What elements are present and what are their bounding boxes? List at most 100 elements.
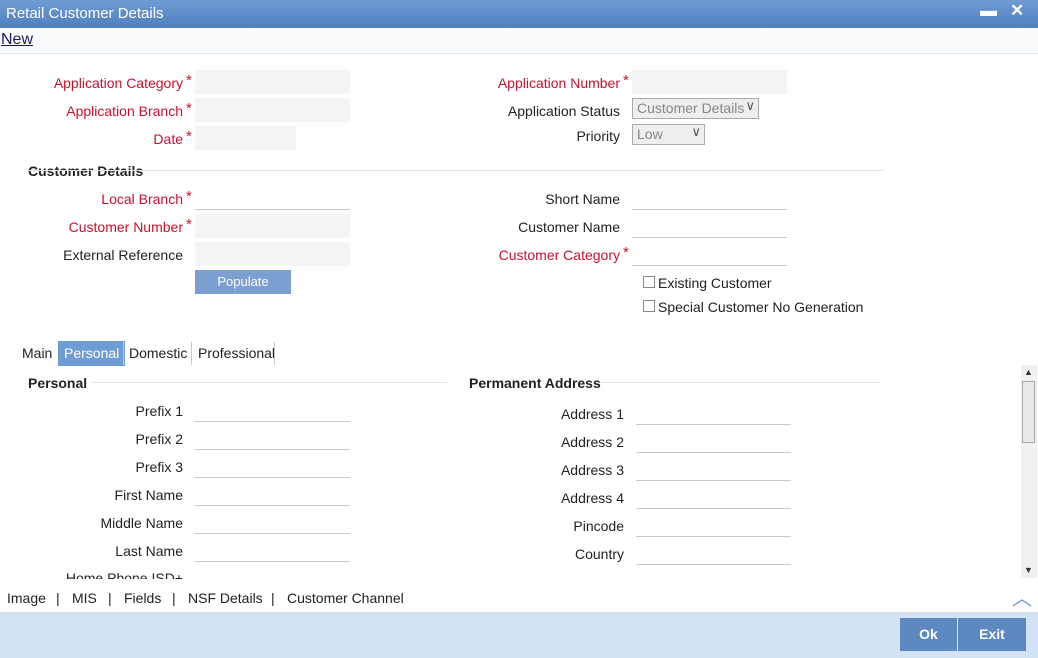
link-separator: | <box>172 590 176 606</box>
country-label: Country <box>574 546 624 562</box>
date-field[interactable] <box>195 126 296 150</box>
address1-field[interactable] <box>636 401 791 425</box>
tab-domestic[interactable]: Domestic <box>123 341 193 366</box>
existing-customer-checkbox[interactable] <box>643 276 655 288</box>
date-label: Date <box>153 131 183 147</box>
link-separator: | <box>271 590 275 606</box>
title-bar: Retail Customer Details ▬ ✕ <box>0 0 1038 28</box>
priority-label: Priority <box>576 128 620 144</box>
local-branch-field[interactable] <box>195 186 350 210</box>
scroll-down-icon[interactable]: ▼ <box>1024 565 1033 575</box>
window-title: Retail Customer Details <box>6 5 164 22</box>
application-status-select[interactable]: Customer Details ∨ <box>632 98 759 119</box>
vertical-scrollbar[interactable]: ▲ ▼ <box>1021 365 1037 578</box>
home-phone-isd-label: Home Phone ISD+ <box>65 570 183 579</box>
chevron-up-icon[interactable]: ︿ <box>1012 582 1032 611</box>
application-number-field[interactable] <box>632 70 787 94</box>
application-category-field[interactable] <box>195 70 350 94</box>
chevron-down-icon: ∨ <box>691 124 701 139</box>
prefix2-label: Prefix 2 <box>135 431 183 447</box>
customer-name-field[interactable] <box>632 214 787 238</box>
application-status-label: Application Status <box>507 103 620 119</box>
application-status-value: Customer Details <box>637 100 745 116</box>
address1-label: Address 1 <box>560 406 624 422</box>
required-icon: * <box>623 244 629 261</box>
customer-category-field[interactable] <box>632 242 787 266</box>
customer-details-heading: Customer Details <box>28 163 144 179</box>
required-icon: * <box>186 72 192 89</box>
priority-select[interactable]: Low ∨ <box>632 124 705 145</box>
application-branch-label: Application Branch <box>66 103 183 119</box>
prefix3-field[interactable] <box>195 454 350 478</box>
external-reference-label: External Reference <box>63 247 183 263</box>
fields-link[interactable]: Fields <box>124 590 161 606</box>
exit-button[interactable]: Exit <box>958 618 1026 651</box>
tab-professional[interactable]: Professional <box>192 341 281 366</box>
pincode-field[interactable] <box>636 513 791 537</box>
required-icon: * <box>186 216 192 233</box>
prefix1-field[interactable] <box>195 398 350 422</box>
tab-separator <box>274 342 275 365</box>
permanent-address-heading: Permanent Address <box>469 375 601 391</box>
customer-category-label: Customer Category <box>498 247 620 263</box>
close-icon[interactable]: ✕ <box>1010 1 1024 21</box>
pincode-label: Pincode <box>573 518 624 534</box>
personal-heading: Personal <box>28 375 88 391</box>
mis-link[interactable]: MIS <box>72 590 97 606</box>
last-name-field[interactable] <box>195 538 350 562</box>
application-category-label: Application Category <box>53 75 183 91</box>
address2-label: Address 2 <box>560 434 624 450</box>
scrollbar-thumb[interactable] <box>1022 381 1035 443</box>
middle-name-label: Middle Name <box>100 515 183 531</box>
populate-button[interactable]: Populate <box>195 270 291 294</box>
address3-label: Address 3 <box>560 462 624 478</box>
short-name-field[interactable] <box>632 186 787 210</box>
external-reference-field[interactable] <box>195 242 350 266</box>
local-branch-label: Local Branch <box>101 191 183 207</box>
section-divider <box>92 382 447 383</box>
prefix1-label: Prefix 1 <box>135 403 183 419</box>
customer-channel-link[interactable]: Customer Channel <box>287 590 404 606</box>
minimize-icon[interactable]: ▬ <box>980 1 997 21</box>
tab-personal[interactable]: Personal <box>58 341 126 366</box>
toolbar: New <box>0 28 1038 54</box>
priority-value: Low <box>637 126 663 142</box>
footer-bar: Ok Exit <box>0 612 1038 658</box>
required-icon: * <box>186 128 192 145</box>
bottom-links-bar: Image | MIS | Fields | NSF Details | Cus… <box>0 580 1038 612</box>
new-link[interactable]: New <box>1 31 33 49</box>
first-name-label: First Name <box>114 487 183 503</box>
section-divider <box>28 170 883 171</box>
link-separator: | <box>56 590 60 606</box>
required-icon: * <box>186 188 192 205</box>
prefix2-field[interactable] <box>195 426 350 450</box>
customer-number-field[interactable] <box>195 214 350 238</box>
application-branch-field[interactable] <box>195 98 350 122</box>
nsf-details-link[interactable]: NSF Details <box>188 590 263 606</box>
chevron-down-icon: ∨ <box>745 98 755 113</box>
special-customer-no-checkbox[interactable] <box>643 300 655 312</box>
first-name-field[interactable] <box>195 482 350 506</box>
customer-number-label: Customer Number <box>68 219 183 235</box>
required-icon: * <box>623 72 629 89</box>
address4-label: Address 4 <box>560 490 624 506</box>
clipped-row: Home Phone ISD+ <box>0 565 400 579</box>
tab-main[interactable]: Main <box>16 341 58 366</box>
required-icon: * <box>186 100 192 117</box>
address3-field[interactable] <box>636 457 791 481</box>
prefix3-label: Prefix 3 <box>135 459 183 475</box>
last-name-label: Last Name <box>115 543 183 559</box>
application-number-label: Application Number <box>497 75 620 91</box>
customer-name-label: Customer Name <box>518 219 620 235</box>
existing-customer-label: Existing Customer <box>658 275 772 291</box>
image-link[interactable]: Image <box>7 590 46 606</box>
special-customer-no-label: Special Customer No Generation <box>658 299 864 315</box>
country-field[interactable] <box>636 541 791 565</box>
short-name-label: Short Name <box>545 191 620 207</box>
address2-field[interactable] <box>636 429 791 453</box>
address4-field[interactable] <box>636 485 791 509</box>
scroll-up-icon[interactable]: ▲ <box>1024 367 1033 377</box>
middle-name-field[interactable] <box>195 510 350 534</box>
ok-button[interactable]: Ok <box>900 618 957 651</box>
section-divider <box>600 382 880 383</box>
